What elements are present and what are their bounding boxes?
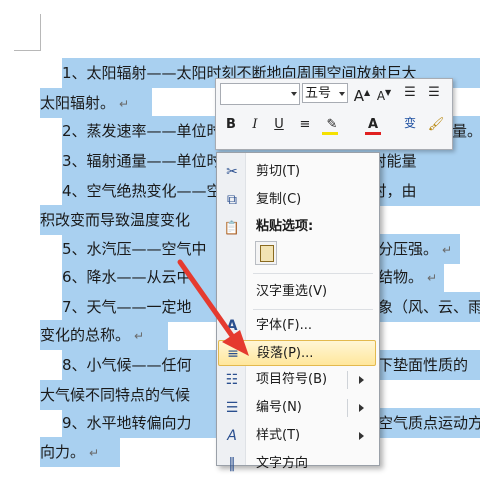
font-color-button[interactable]: A: [362, 115, 384, 135]
doc-line-12[interactable]: 大气候不同特点的气候: [40, 380, 216, 410]
doc-line-2[interactable]: 太阳辐射。 ↵: [40, 88, 152, 118]
chevron-right-icon: [359, 404, 364, 412]
font-color-swatch: [365, 132, 381, 135]
chevron-right-icon: [359, 376, 364, 384]
paste-icon: 📋: [223, 221, 241, 236]
paste-keep-text-only-button[interactable]: [255, 241, 277, 265]
copy-icon: ⧉: [227, 192, 237, 208]
page-corner-marker: [14, 14, 41, 51]
menu-item-font[interactable]: A 字体(F)...: [218, 313, 376, 339]
bold-button[interactable]: B: [222, 115, 240, 135]
bullets-icon: ☷: [225, 372, 239, 388]
clipboard-icon: [260, 245, 274, 262]
grow-font-button[interactable]: A▲: [352, 83, 372, 105]
highlighter-icon: ✎: [326, 117, 338, 132]
decrease-indent-icon[interactable]: ☰: [400, 83, 420, 103]
doc-line-7[interactable]: 5、水汽压——空气中: [62, 234, 216, 264]
menu-item-paragraph[interactable]: ≡ 段落(P)...: [218, 340, 376, 366]
font-size-dropdown[interactable]: 五号: [302, 83, 348, 103]
doc-line-8[interactable]: 6、降水——从云中: [62, 262, 216, 292]
shrink-font-button[interactable]: A▼: [374, 83, 394, 103]
doc-line-3[interactable]: 2、蒸发速率——单位时间内: [62, 116, 216, 146]
font-icon: A: [226, 318, 238, 334]
menu-separator: [253, 273, 373, 274]
doc-fragment-2[interactable]: 分压强。 ↵: [378, 234, 460, 264]
doc-line-11[interactable]: 8、小气候——任何: [62, 350, 216, 380]
chevron-down-icon: [291, 92, 297, 96]
doc-fragment-1[interactable]: 量。: [452, 116, 480, 146]
chevron-down-icon: [339, 92, 345, 96]
mini-formatting-toolbar: 五号 A▲ A▼ ☰ ☰ B I U ≡ ✎ A 变 🖌: [215, 78, 453, 150]
font-size-value: 五号: [305, 86, 332, 101]
chevron-right-icon: [359, 432, 364, 440]
underline-button[interactable]: U: [270, 115, 288, 135]
doc-line-6[interactable]: 积改变而导致温度变化: [40, 205, 216, 235]
split-divider: [347, 371, 348, 389]
split-divider: [347, 399, 348, 417]
center-align-icon[interactable]: ≡: [296, 115, 314, 135]
doc-fragment-3[interactable]: 结物。 ↵: [378, 262, 444, 292]
paste-options-header: 📋 粘贴选项:: [218, 215, 376, 239]
paragraph-icon: ≡: [227, 346, 239, 362]
doc-fragment-5[interactable]: 下垫面性质的: [378, 350, 480, 380]
doc-line-13[interactable]: 9、水平地转偏向力: [62, 408, 216, 438]
increase-indent-icon[interactable]: ☰: [424, 83, 444, 103]
doc-line-14[interactable]: 向力。 ↵: [40, 437, 120, 467]
doc-line-9[interactable]: 7、天气——一定地: [62, 292, 216, 322]
menu-item-numbering[interactable]: ☰ 编号(N): [218, 395, 376, 421]
menu-item-reconvert[interactable]: 汉字重选(V): [218, 279, 376, 305]
text-direction-icon: ‖: [228, 456, 236, 472]
menu-item-cut[interactable]: ✂ 剪切(T): [218, 159, 376, 185]
highlight-color-button[interactable]: ✎: [320, 115, 344, 135]
menu-item-bullets[interactable]: ☷ 项目符号(B): [218, 367, 376, 393]
menu-separator: [253, 309, 373, 310]
menu-item-text-direction[interactable]: ‖ 文字方向: [218, 451, 376, 477]
doc-line-10[interactable]: 变化的总称。 ↵: [40, 320, 168, 350]
highlight-color-swatch: [322, 132, 338, 135]
scissors-icon: ✂: [226, 164, 238, 180]
numbering-icon: ☰: [225, 400, 239, 416]
italic-button[interactable]: I: [246, 115, 264, 135]
doc-fragment-4[interactable]: 象（风、云、雨: [378, 292, 480, 322]
phonetic-guide-button[interactable]: 变: [400, 113, 420, 133]
menu-item-copy[interactable]: ⧉ 复制(C): [218, 187, 376, 213]
context-menu: ✂ 剪切(T) ⧉ 复制(C) 📋 粘贴选项: 汉字重选(V) A 字体(F).…: [216, 152, 380, 472]
styles-icon: A: [227, 428, 237, 444]
doc-fragment-6[interactable]: 空气质点运动方: [378, 408, 480, 438]
menu-item-styles[interactable]: A 样式(T): [218, 423, 376, 449]
font-name-dropdown[interactable]: [220, 83, 300, 105]
format-painter-icon[interactable]: 🖌: [426, 115, 446, 135]
